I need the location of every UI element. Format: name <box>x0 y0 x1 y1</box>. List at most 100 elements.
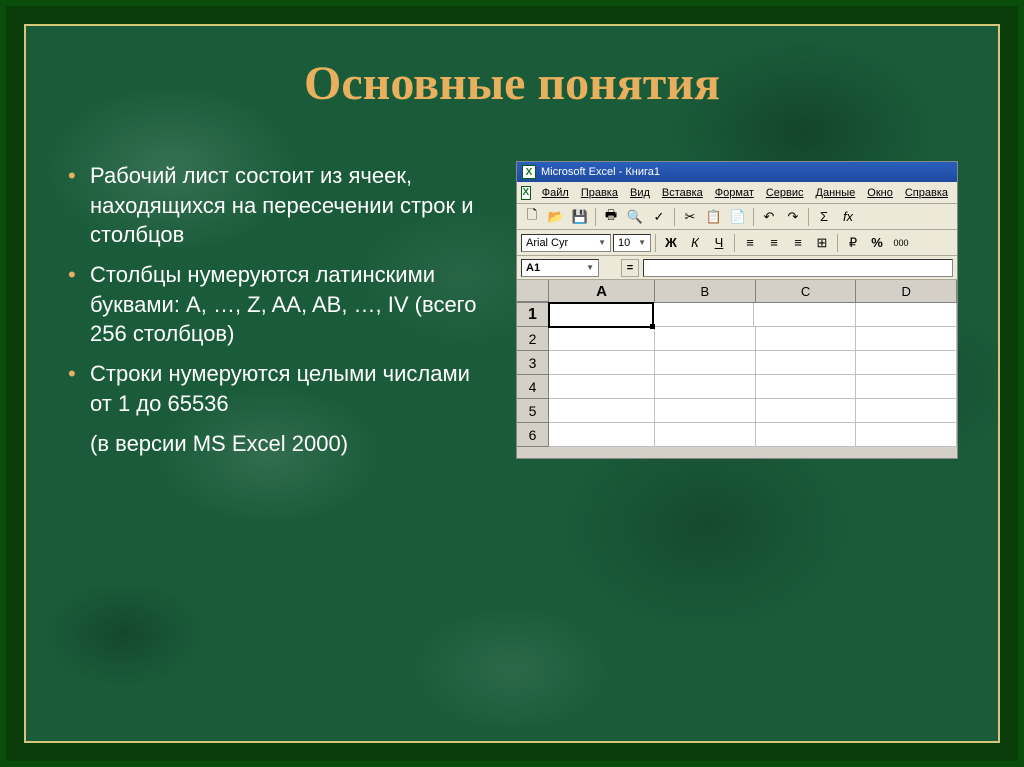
cell[interactable] <box>549 351 655 375</box>
cell[interactable] <box>655 351 756 375</box>
column-header-a[interactable]: A <box>549 280 655 302</box>
column-headers: A B C D <box>517 280 957 303</box>
align-left-icon[interactable]: ≡ <box>739 232 761 254</box>
cell[interactable] <box>549 399 655 423</box>
underline-button[interactable]: Ч <box>708 232 730 254</box>
excel-menubar: X Файл Правка Вид Вставка Формат Сервис … <box>517 182 957 204</box>
percent-icon[interactable]: % <box>866 232 888 254</box>
menu-format[interactable]: Формат <box>710 185 759 201</box>
excel-standard-toolbar: 🗋 📂 💾 🖶 🔍 ✓ ✂ 📋 📄 ↶ ↷ Σ fx <box>517 204 957 230</box>
excel-doc-icon: X <box>521 186 531 200</box>
copy-icon[interactable]: 📋 <box>703 206 725 228</box>
menu-insert[interactable]: Вставка <box>657 185 708 201</box>
cell[interactable] <box>756 423 857 447</box>
cell[interactable] <box>756 351 857 375</box>
bullet-item: Строки нумеруются целыми числами от 1 до… <box>66 359 496 418</box>
save-icon[interactable]: 💾 <box>569 206 591 228</box>
cell[interactable] <box>856 351 957 375</box>
cell[interactable] <box>655 375 756 399</box>
column-header-d[interactable]: D <box>856 280 957 302</box>
equals-button[interactable]: = <box>621 259 639 277</box>
bullet-item: Рабочий лист состоит из ячеек, находящих… <box>66 161 496 250</box>
toolbar-separator <box>674 208 675 226</box>
name-box-value: A1 <box>526 262 540 274</box>
new-icon[interactable]: 🗋 <box>521 206 543 228</box>
font-size-dropdown[interactable]: 10 ▼ <box>613 234 651 252</box>
align-right-icon[interactable]: ≡ <box>787 232 809 254</box>
italic-button[interactable]: К <box>684 232 706 254</box>
cell[interactable] <box>856 423 957 447</box>
bullet-list: Рабочий лист состоит из ячеек, находящих… <box>66 161 496 459</box>
excel-titlebar: X Microsoft Excel - Книга1 <box>517 162 957 182</box>
merge-cells-icon[interactable]: ⊞ <box>811 232 833 254</box>
menu-window[interactable]: Окно <box>862 185 898 201</box>
currency-icon[interactable]: ₽ <box>842 232 864 254</box>
select-all-corner[interactable] <box>517 280 549 302</box>
fx-icon[interactable]: fx <box>837 206 859 228</box>
thousands-icon[interactable]: 000 <box>890 232 912 254</box>
grid-row: 3 <box>517 351 957 375</box>
cell-a1-selected[interactable] <box>548 302 654 328</box>
undo-icon[interactable]: ↶ <box>758 206 780 228</box>
cell[interactable] <box>655 399 756 423</box>
formula-input[interactable] <box>643 259 953 277</box>
font-name-value: Arial Cyr <box>526 237 568 249</box>
name-box[interactable]: A1 ▼ <box>521 259 599 277</box>
menu-data[interactable]: Данные <box>811 185 861 201</box>
cell[interactable] <box>549 375 655 399</box>
excel-screenshot: X Microsoft Excel - Книга1 X Файл Правка… <box>516 161 958 459</box>
chevron-down-icon: ▼ <box>598 238 606 247</box>
column-header-b[interactable]: B <box>655 280 756 302</box>
cell[interactable] <box>756 327 857 351</box>
cell[interactable] <box>549 327 655 351</box>
menu-view[interactable]: Вид <box>625 185 655 201</box>
align-center-icon[interactable]: ≡ <box>763 232 785 254</box>
bold-button[interactable]: Ж <box>660 232 682 254</box>
cell[interactable] <box>655 423 756 447</box>
grid-row: 2 <box>517 327 957 351</box>
font-name-dropdown[interactable]: Arial Cyr ▼ <box>521 234 611 252</box>
menu-edit[interactable]: Правка <box>576 185 623 201</box>
grid-row: 1 <box>517 303 957 327</box>
cell[interactable] <box>754 303 855 327</box>
excel-window-title: Microsoft Excel - Книга1 <box>541 166 660 178</box>
autosum-icon[interactable]: Σ <box>813 206 835 228</box>
menu-tools[interactable]: Сервис <box>761 185 809 201</box>
open-icon[interactable]: 📂 <box>545 206 567 228</box>
cell[interactable] <box>856 327 957 351</box>
row-header-1[interactable]: 1 <box>517 303 549 327</box>
slide-inner-frame: Основные понятия Рабочий лист состоит из… <box>24 24 1000 743</box>
bullet-subnote: (в версии MS Excel 2000) <box>66 429 496 459</box>
grid-row: 5 <box>517 399 957 423</box>
excel-app-icon: X <box>522 165 536 179</box>
paste-icon[interactable]: 📄 <box>727 206 749 228</box>
cell[interactable] <box>549 423 655 447</box>
redo-icon[interactable]: ↷ <box>782 206 804 228</box>
cell[interactable] <box>756 399 857 423</box>
row-header-6[interactable]: 6 <box>517 423 549 447</box>
cell[interactable] <box>655 327 756 351</box>
menu-help[interactable]: Справка <box>900 185 953 201</box>
spellcheck-icon[interactable]: ✓ <box>648 206 670 228</box>
row-header-4[interactable]: 4 <box>517 375 549 399</box>
cell[interactable] <box>653 303 754 327</box>
column-header-c[interactable]: C <box>756 280 857 302</box>
toolbar-separator <box>595 208 596 226</box>
menu-file[interactable]: Файл <box>537 185 574 201</box>
cell[interactable] <box>856 399 957 423</box>
font-size-value: 10 <box>618 237 630 249</box>
cut-icon[interactable]: ✂ <box>679 206 701 228</box>
row-header-2[interactable]: 2 <box>517 327 549 351</box>
toolbar-separator <box>808 208 809 226</box>
toolbar-separator <box>734 234 735 252</box>
slide-content: Рабочий лист состоит из ячеек, находящих… <box>66 161 958 459</box>
cell[interactable] <box>756 375 857 399</box>
cell[interactable] <box>856 303 957 327</box>
row-header-3[interactable]: 3 <box>517 351 549 375</box>
row-header-5[interactable]: 5 <box>517 399 549 423</box>
bullet-item: Столбцы нумеруются латинскими буквами: A… <box>66 260 496 349</box>
preview-icon[interactable]: 🔍 <box>624 206 646 228</box>
cell[interactable] <box>856 375 957 399</box>
print-icon[interactable]: 🖶 <box>600 206 622 228</box>
toolbar-separator <box>655 234 656 252</box>
